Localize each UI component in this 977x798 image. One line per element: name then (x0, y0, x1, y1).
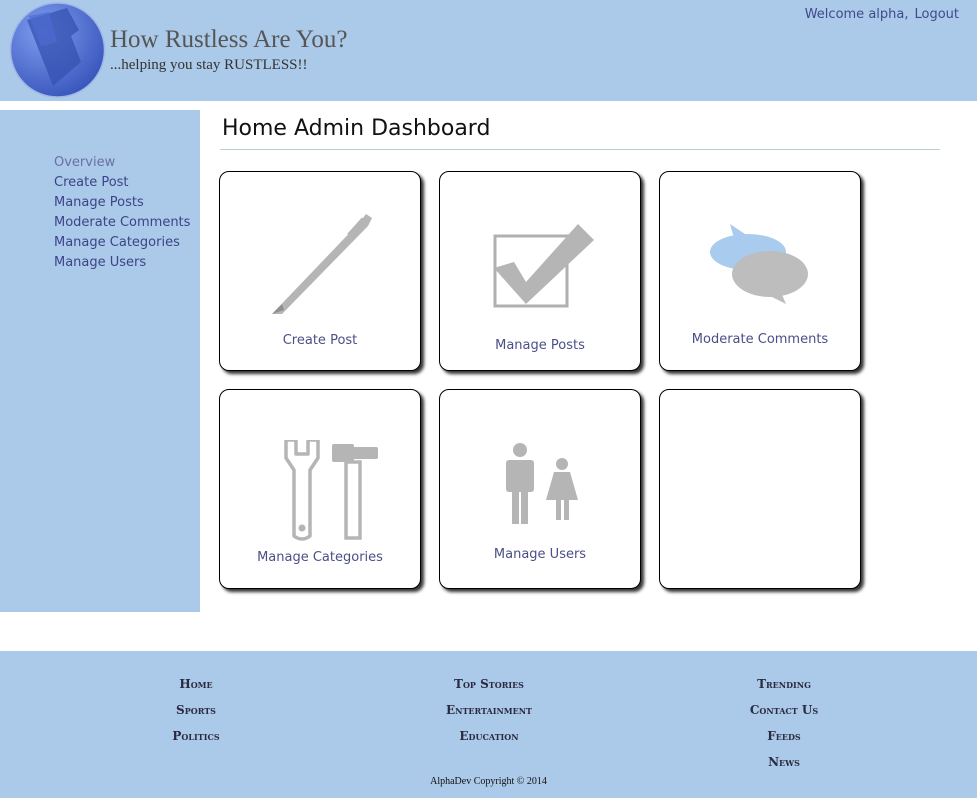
sidebar-item-manage-users[interactable]: Manage Users (54, 253, 190, 273)
tile-label: Manage Users (493, 547, 587, 562)
site-title: How Rustless Are You? (110, 26, 348, 53)
tile-empty[interactable] (659, 389, 861, 589)
welcome-text: Welcome alpha, (804, 7, 909, 22)
user-area: Welcome alpha, Logout (805, 7, 959, 22)
page-title: Home Admin Dashboard (222, 116, 491, 141)
tile-manage-categories[interactable]: Manage Categories (219, 389, 421, 589)
sidebar: Overview Create Post Manage Posts Modera… (0, 110, 200, 612)
tile-label: Manage Posts (495, 338, 585, 353)
site-logo[interactable] (9, 2, 106, 98)
sidebar-item-overview[interactable]: Overview (54, 153, 190, 173)
tile-manage-posts[interactable]: Manage Posts (439, 171, 641, 371)
sidebar-nav: Overview Create Post Manage Posts Modera… (54, 153, 190, 273)
footer-link-entertainment[interactable]: Entertainment (389, 697, 589, 723)
footer-link-trending[interactable]: Trending (684, 671, 884, 697)
footer-link-news[interactable]: News (684, 749, 884, 775)
footer-column-2: Top Stories Entertainment Education (389, 671, 589, 749)
footer-link-top-stories[interactable]: Top Stories (389, 671, 589, 697)
tile-label: Manage Categories (257, 550, 383, 565)
footer-link-contact-us[interactable]: Contact Us (684, 697, 884, 723)
footer: Home Sports Politics Top Stories Enterta… (0, 651, 977, 798)
site-tagline: ...helping you stay RUSTLESS!! (110, 57, 308, 73)
sidebar-item-moderate-comments[interactable]: Moderate Comments (54, 213, 190, 233)
footer-column-3: Trending Contact Us Feeds News (684, 671, 884, 775)
footer-link-education[interactable]: Education (389, 723, 589, 749)
sidebar-item-manage-categories[interactable]: Manage Categories (54, 233, 190, 253)
tile-create-post[interactable]: Create Post (219, 171, 421, 371)
footer-link-feeds[interactable]: Feeds (684, 723, 884, 749)
footer-column-1: Home Sports Politics (96, 671, 296, 749)
tile-label: Create Post (282, 333, 358, 348)
header: How Rustless Are You? ...helping you sta… (0, 0, 977, 101)
title-divider (220, 149, 940, 150)
copyright-text: AlphaDev Copyright © 2014 (430, 776, 547, 787)
footer-link-politics[interactable]: Politics (96, 723, 296, 749)
pen-icon (272, 214, 372, 314)
speech-bubbles-icon (710, 224, 808, 304)
wrench-hammer-icon (284, 440, 378, 541)
footer-link-sports[interactable]: Sports (96, 697, 296, 723)
sidebar-item-create-post[interactable]: Create Post (54, 173, 190, 193)
checkbox-icon (493, 224, 594, 308)
tile-manage-users[interactable]: Manage Users (439, 389, 641, 589)
logout-link[interactable]: Logout (914, 7, 959, 22)
users-icon (506, 443, 578, 524)
tile-moderate-comments[interactable]: Moderate Comments (659, 171, 861, 371)
tile-label: Moderate Comments (691, 332, 829, 347)
sidebar-item-manage-posts[interactable]: Manage Posts (54, 193, 190, 213)
footer-link-home[interactable]: Home (96, 671, 296, 697)
